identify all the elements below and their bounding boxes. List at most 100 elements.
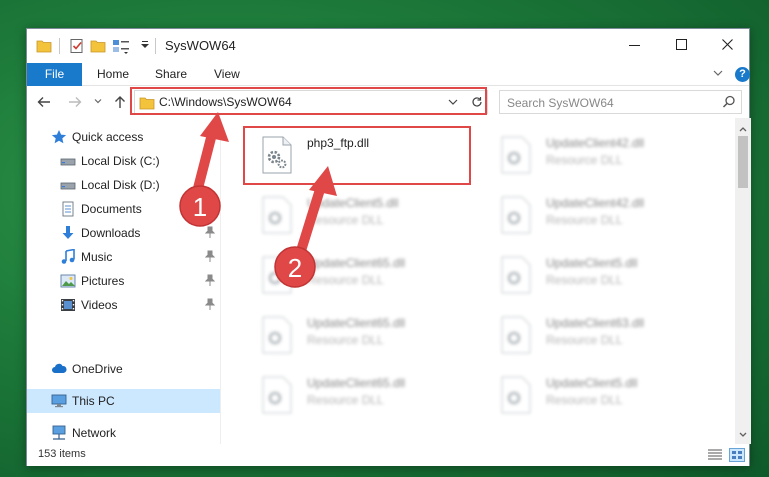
details-view-icon[interactable] [707, 448, 723, 465]
file-item[interactable]: UpdateClient42.dll Resource DLL [468, 186, 698, 244]
expand-ribbon-chevron-icon[interactable] [712, 67, 724, 82]
pin-icon[interactable] [204, 226, 216, 241]
toolbar-separator [59, 38, 60, 54]
file-item[interactable]: UpdateClient63.dll Resource DLL [468, 306, 698, 364]
maximize-button[interactable] [659, 29, 705, 61]
search-icon[interactable] [722, 95, 736, 112]
file-item[interactable]: UpdateClient5.dll Resource DLL [229, 186, 459, 244]
refresh-button[interactable] [467, 90, 488, 114]
sidebar-item-label: Local Disk (C:) [81, 154, 160, 168]
back-arrow-icon[interactable] [36, 94, 52, 113]
network-icon [51, 425, 67, 441]
forward-arrow-icon[interactable] [67, 94, 83, 113]
sidebar-item-label: Network [72, 426, 117, 440]
sidebar-item-this-pc[interactable]: This PC [27, 389, 220, 413]
tab-view[interactable]: View [214, 63, 240, 86]
file-name: UpdateClient5.dll [546, 256, 638, 270]
title-bar: SysWOW64 [27, 29, 749, 63]
file-item[interactable]: UpdateClient65.dll Resource DLL [229, 306, 459, 364]
tab-home[interactable]: Home [97, 63, 129, 86]
file-type: Resource DLL [546, 333, 623, 347]
dll-file-icon [500, 136, 532, 174]
pictures-icon [60, 273, 76, 289]
pin-icon[interactable] [204, 250, 216, 265]
file-type: Resource DLL [546, 213, 623, 227]
sidebar-item-label: Music [81, 250, 113, 264]
drive-icon [60, 153, 76, 169]
tab-file[interactable]: File [27, 63, 82, 86]
minimize-icon [629, 45, 640, 46]
file-name: UpdateClient5.dll [546, 376, 638, 390]
file-item[interactable]: UpdateClient65.dll Resource DLL [229, 366, 459, 424]
address-dropdown-chevron-icon[interactable] [447, 96, 459, 111]
tab-share[interactable]: Share [155, 63, 187, 86]
file-type: Resource DLL [546, 393, 623, 407]
folder-icon [139, 95, 155, 114]
properties-check-icon[interactable] [69, 38, 85, 54]
dll-file-icon [500, 316, 532, 354]
dll-file-icon [261, 376, 293, 414]
maximize-icon [676, 39, 687, 50]
sidebar-item-documents[interactable]: Documents [27, 197, 220, 221]
file-type: Resource DLL [546, 153, 623, 167]
view-options-icon[interactable] [112, 38, 129, 54]
sidebar-item-downloads[interactable]: Downloads [27, 221, 220, 245]
sidebar-item-music[interactable]: Music [27, 245, 220, 269]
file-item[interactable]: UpdateClient65.dll Resource DLL [229, 246, 459, 304]
file-list: php3_ftp.dll UpdateClient42.dll Resource… [221, 118, 734, 444]
sidebar-item-onedrive[interactable]: OneDrive [27, 357, 220, 381]
file-item[interactable]: UpdateClient5.dll Resource DLL [468, 246, 698, 304]
address-bar[interactable]: C:\Windows\SysWOW64 [134, 90, 488, 114]
file-item-php3-ftp[interactable]: php3_ftp.dll [229, 126, 459, 184]
dll-file-icon [500, 376, 532, 414]
scroll-up-arrow-icon[interactable] [739, 122, 747, 136]
navigation-bar: C:\Windows\SysWOW64 Search SysWOW64 [27, 86, 749, 118]
pin-icon[interactable] [204, 274, 216, 289]
file-name: UpdateClient42.dll [546, 196, 645, 210]
dll-file-icon [261, 316, 293, 354]
dll-file-icon [500, 196, 532, 234]
file-item[interactable]: UpdateClient42.dll Resource DLL [468, 126, 698, 184]
computer-icon [51, 393, 67, 409]
address-path[interactable]: C:\Windows\SysWOW64 [159, 95, 292, 109]
file-name: UpdateClient65.dll [307, 316, 406, 330]
help-icon[interactable]: ? [735, 67, 750, 82]
close-button[interactable] [705, 29, 751, 61]
folder-icon[interactable] [36, 38, 52, 54]
scrollbar-thumb[interactable] [738, 136, 748, 188]
customize-toolbar-icon[interactable] [140, 40, 156, 56]
new-folder-icon[interactable] [90, 38, 106, 54]
navigation-pane: Quick access Local Disk (C:) Local Disk … [27, 118, 220, 444]
sidebar-item-label: This PC [72, 394, 115, 408]
minimize-button[interactable] [612, 29, 658, 61]
file-name: UpdateClient5.dll [307, 196, 399, 210]
dll-file-icon [261, 196, 293, 234]
file-name: UpdateClient63.dll [546, 316, 645, 330]
sidebar-item-local-disk-c[interactable]: Local Disk (C:) [27, 149, 220, 173]
file-name: UpdateClient65.dll [307, 256, 406, 270]
recent-locations-chevron-icon[interactable] [93, 96, 103, 108]
pin-icon[interactable] [204, 298, 216, 313]
ribbon: File Home Share View ? [27, 63, 750, 86]
file-name: UpdateClient42.dll [546, 136, 645, 150]
status-bar: 153 items [27, 444, 749, 466]
sidebar-item-network[interactable]: Network [27, 421, 220, 445]
sidebar-item-label: Pictures [81, 274, 125, 288]
sidebar-item-quick-access[interactable]: Quick access [27, 125, 220, 149]
sidebar-item-local-disk-d[interactable]: Local Disk (D:) [27, 173, 220, 197]
sidebar-item-label: Local Disk (D:) [81, 178, 160, 192]
large-icons-view-icon[interactable] [729, 448, 745, 462]
scroll-down-arrow-icon[interactable] [739, 428, 747, 442]
dll-file-icon [500, 256, 532, 294]
sidebar-item-pictures[interactable]: Pictures [27, 269, 220, 293]
vertical-scrollbar[interactable] [735, 118, 751, 444]
sidebar-item-label: Downloads [81, 226, 141, 240]
up-arrow-icon[interactable] [112, 94, 128, 113]
search-input[interactable]: Search SysWOW64 [499, 90, 742, 114]
cloud-icon [51, 361, 67, 377]
file-name: UpdateClient65.dll [307, 376, 406, 390]
sidebar-item-label: Quick access [72, 130, 144, 144]
file-item[interactable]: UpdateClient5.dll Resource DLL [468, 366, 698, 424]
star-icon [51, 129, 67, 145]
sidebar-item-videos[interactable]: Videos [27, 293, 220, 317]
